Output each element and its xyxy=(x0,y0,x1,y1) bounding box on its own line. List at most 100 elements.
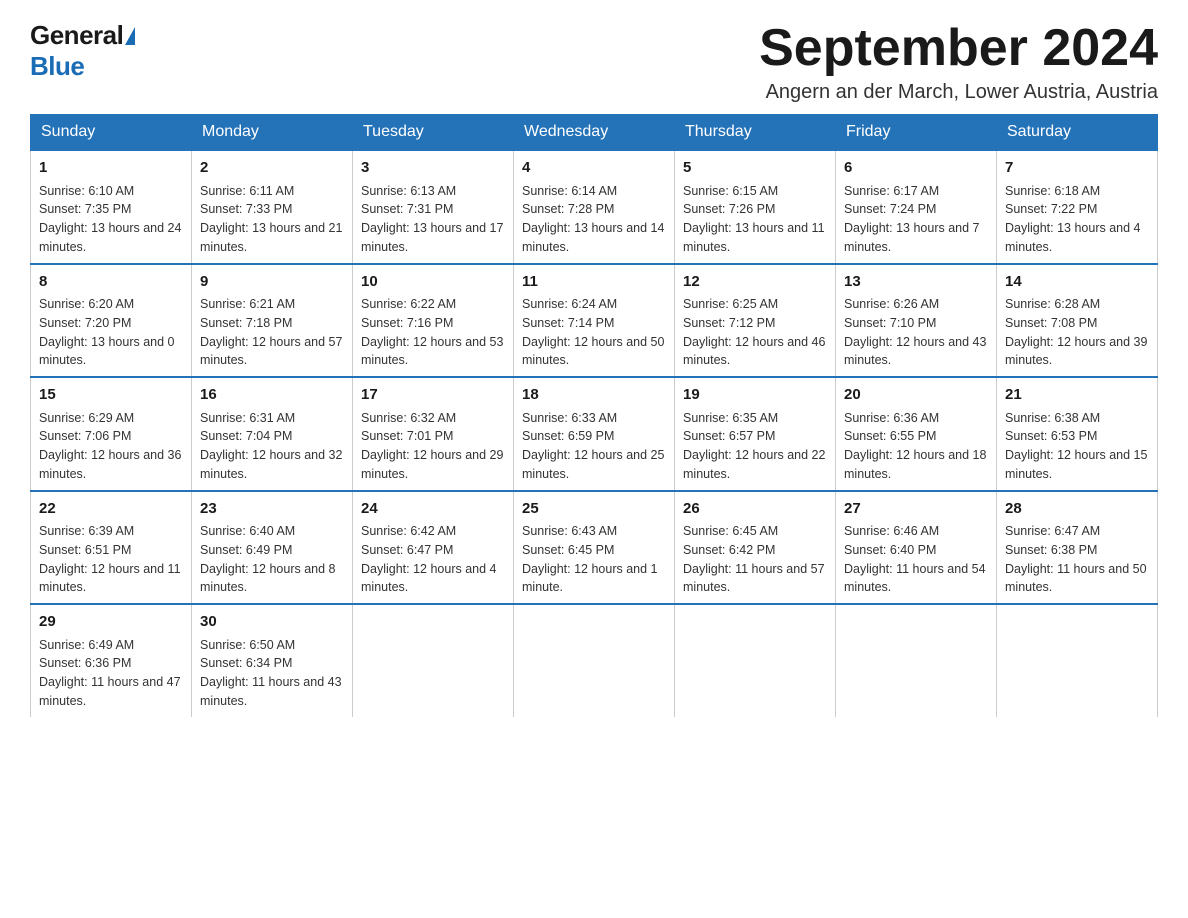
calendar-header-row: SundayMondayTuesdayWednesdayThursdayFrid… xyxy=(31,115,1158,151)
calendar-cell: 16Sunrise: 6:31 AMSunset: 7:04 PMDayligh… xyxy=(192,377,353,491)
calendar-cell: 15Sunrise: 6:29 AMSunset: 7:06 PMDayligh… xyxy=(31,377,192,491)
day-info: Sunrise: 6:28 AMSunset: 7:08 PMDaylight:… xyxy=(1005,295,1149,370)
day-info: Sunrise: 6:14 AMSunset: 7:28 PMDaylight:… xyxy=(522,182,666,257)
day-info: Sunrise: 6:46 AMSunset: 6:40 PMDaylight:… xyxy=(844,522,988,597)
day-info: Sunrise: 6:33 AMSunset: 6:59 PMDaylight:… xyxy=(522,409,666,484)
calendar-cell: 19Sunrise: 6:35 AMSunset: 6:57 PMDayligh… xyxy=(675,377,836,491)
column-header-tuesday: Tuesday xyxy=(353,115,514,151)
calendar-cell: 3Sunrise: 6:13 AMSunset: 7:31 PMDaylight… xyxy=(353,150,514,264)
day-number: 13 xyxy=(844,271,988,294)
calendar-cell: 4Sunrise: 6:14 AMSunset: 7:28 PMDaylight… xyxy=(514,150,675,264)
day-number: 21 xyxy=(1005,384,1149,407)
day-info: Sunrise: 6:10 AMSunset: 7:35 PMDaylight:… xyxy=(39,182,183,257)
day-number: 11 xyxy=(522,271,666,294)
calendar-week-row: 15Sunrise: 6:29 AMSunset: 7:06 PMDayligh… xyxy=(31,377,1158,491)
logo-blue-text: Blue xyxy=(30,51,84,82)
calendar-cell: 6Sunrise: 6:17 AMSunset: 7:24 PMDaylight… xyxy=(836,150,997,264)
day-info: Sunrise: 6:24 AMSunset: 7:14 PMDaylight:… xyxy=(522,295,666,370)
calendar-cell: 13Sunrise: 6:26 AMSunset: 7:10 PMDayligh… xyxy=(836,264,997,378)
day-number: 7 xyxy=(1005,157,1149,180)
day-number: 12 xyxy=(683,271,827,294)
calendar-cell: 14Sunrise: 6:28 AMSunset: 7:08 PMDayligh… xyxy=(997,264,1158,378)
day-info: Sunrise: 6:26 AMSunset: 7:10 PMDaylight:… xyxy=(844,295,988,370)
title-area: September 2024 Angern an der March, Lowe… xyxy=(759,20,1158,104)
calendar-cell xyxy=(836,604,997,717)
logo: General Blue xyxy=(30,20,135,82)
calendar-cell: 9Sunrise: 6:21 AMSunset: 7:18 PMDaylight… xyxy=(192,264,353,378)
day-number: 28 xyxy=(1005,498,1149,521)
day-number: 16 xyxy=(200,384,344,407)
calendar-cell xyxy=(353,604,514,717)
day-info: Sunrise: 6:45 AMSunset: 6:42 PMDaylight:… xyxy=(683,522,827,597)
column-header-friday: Friday xyxy=(836,115,997,151)
day-number: 9 xyxy=(200,271,344,294)
day-number: 26 xyxy=(683,498,827,521)
day-number: 30 xyxy=(200,611,344,634)
logo-triangle-icon xyxy=(125,27,135,45)
day-number: 6 xyxy=(844,157,988,180)
calendar-cell: 23Sunrise: 6:40 AMSunset: 6:49 PMDayligh… xyxy=(192,491,353,605)
day-number: 4 xyxy=(522,157,666,180)
day-info: Sunrise: 6:18 AMSunset: 7:22 PMDaylight:… xyxy=(1005,182,1149,257)
calendar-cell: 1Sunrise: 6:10 AMSunset: 7:35 PMDaylight… xyxy=(31,150,192,264)
day-info: Sunrise: 6:25 AMSunset: 7:12 PMDaylight:… xyxy=(683,295,827,370)
day-number: 24 xyxy=(361,498,505,521)
calendar-week-row: 8Sunrise: 6:20 AMSunset: 7:20 PMDaylight… xyxy=(31,264,1158,378)
day-info: Sunrise: 6:22 AMSunset: 7:16 PMDaylight:… xyxy=(361,295,505,370)
logo-general-text: General xyxy=(30,20,123,51)
day-info: Sunrise: 6:47 AMSunset: 6:38 PMDaylight:… xyxy=(1005,522,1149,597)
column-header-wednesday: Wednesday xyxy=(514,115,675,151)
day-info: Sunrise: 6:29 AMSunset: 7:06 PMDaylight:… xyxy=(39,409,183,484)
calendar-cell: 28Sunrise: 6:47 AMSunset: 6:38 PMDayligh… xyxy=(997,491,1158,605)
day-info: Sunrise: 6:40 AMSunset: 6:49 PMDaylight:… xyxy=(200,522,344,597)
calendar-cell: 26Sunrise: 6:45 AMSunset: 6:42 PMDayligh… xyxy=(675,491,836,605)
calendar-cell: 12Sunrise: 6:25 AMSunset: 7:12 PMDayligh… xyxy=(675,264,836,378)
calendar-cell: 24Sunrise: 6:42 AMSunset: 6:47 PMDayligh… xyxy=(353,491,514,605)
calendar-cell: 25Sunrise: 6:43 AMSunset: 6:45 PMDayligh… xyxy=(514,491,675,605)
location-subtitle: Angern an der March, Lower Austria, Aust… xyxy=(759,81,1158,104)
day-number: 20 xyxy=(844,384,988,407)
day-number: 2 xyxy=(200,157,344,180)
column-header-thursday: Thursday xyxy=(675,115,836,151)
month-title: September 2024 xyxy=(759,20,1158,77)
page-header: General Blue September 2024 Angern an de… xyxy=(30,20,1158,104)
day-info: Sunrise: 6:17 AMSunset: 7:24 PMDaylight:… xyxy=(844,182,988,257)
calendar-week-row: 1Sunrise: 6:10 AMSunset: 7:35 PMDaylight… xyxy=(31,150,1158,264)
day-info: Sunrise: 6:49 AMSunset: 6:36 PMDaylight:… xyxy=(39,636,183,711)
day-info: Sunrise: 6:39 AMSunset: 6:51 PMDaylight:… xyxy=(39,522,183,597)
calendar-cell: 22Sunrise: 6:39 AMSunset: 6:51 PMDayligh… xyxy=(31,491,192,605)
calendar-cell: 8Sunrise: 6:20 AMSunset: 7:20 PMDaylight… xyxy=(31,264,192,378)
day-number: 10 xyxy=(361,271,505,294)
day-info: Sunrise: 6:32 AMSunset: 7:01 PMDaylight:… xyxy=(361,409,505,484)
calendar-cell: 11Sunrise: 6:24 AMSunset: 7:14 PMDayligh… xyxy=(514,264,675,378)
day-info: Sunrise: 6:43 AMSunset: 6:45 PMDaylight:… xyxy=(522,522,666,597)
calendar-cell: 7Sunrise: 6:18 AMSunset: 7:22 PMDaylight… xyxy=(997,150,1158,264)
day-number: 23 xyxy=(200,498,344,521)
calendar-cell: 10Sunrise: 6:22 AMSunset: 7:16 PMDayligh… xyxy=(353,264,514,378)
day-info: Sunrise: 6:50 AMSunset: 6:34 PMDaylight:… xyxy=(200,636,344,711)
day-number: 19 xyxy=(683,384,827,407)
day-info: Sunrise: 6:38 AMSunset: 6:53 PMDaylight:… xyxy=(1005,409,1149,484)
day-info: Sunrise: 6:13 AMSunset: 7:31 PMDaylight:… xyxy=(361,182,505,257)
day-info: Sunrise: 6:21 AMSunset: 7:18 PMDaylight:… xyxy=(200,295,344,370)
calendar-cell: 30Sunrise: 6:50 AMSunset: 6:34 PMDayligh… xyxy=(192,604,353,717)
day-info: Sunrise: 6:20 AMSunset: 7:20 PMDaylight:… xyxy=(39,295,183,370)
calendar-cell: 18Sunrise: 6:33 AMSunset: 6:59 PMDayligh… xyxy=(514,377,675,491)
calendar-cell: 5Sunrise: 6:15 AMSunset: 7:26 PMDaylight… xyxy=(675,150,836,264)
day-number: 29 xyxy=(39,611,183,634)
day-info: Sunrise: 6:15 AMSunset: 7:26 PMDaylight:… xyxy=(683,182,827,257)
day-number: 5 xyxy=(683,157,827,180)
day-info: Sunrise: 6:31 AMSunset: 7:04 PMDaylight:… xyxy=(200,409,344,484)
calendar-cell: 27Sunrise: 6:46 AMSunset: 6:40 PMDayligh… xyxy=(836,491,997,605)
day-number: 8 xyxy=(39,271,183,294)
calendar-cell: 21Sunrise: 6:38 AMSunset: 6:53 PMDayligh… xyxy=(997,377,1158,491)
day-info: Sunrise: 6:42 AMSunset: 6:47 PMDaylight:… xyxy=(361,522,505,597)
day-number: 14 xyxy=(1005,271,1149,294)
day-number: 18 xyxy=(522,384,666,407)
column-header-monday: Monday xyxy=(192,115,353,151)
calendar-week-row: 22Sunrise: 6:39 AMSunset: 6:51 PMDayligh… xyxy=(31,491,1158,605)
day-number: 22 xyxy=(39,498,183,521)
day-number: 15 xyxy=(39,384,183,407)
calendar-table: SundayMondayTuesdayWednesdayThursdayFrid… xyxy=(30,114,1158,717)
calendar-cell: 2Sunrise: 6:11 AMSunset: 7:33 PMDaylight… xyxy=(192,150,353,264)
